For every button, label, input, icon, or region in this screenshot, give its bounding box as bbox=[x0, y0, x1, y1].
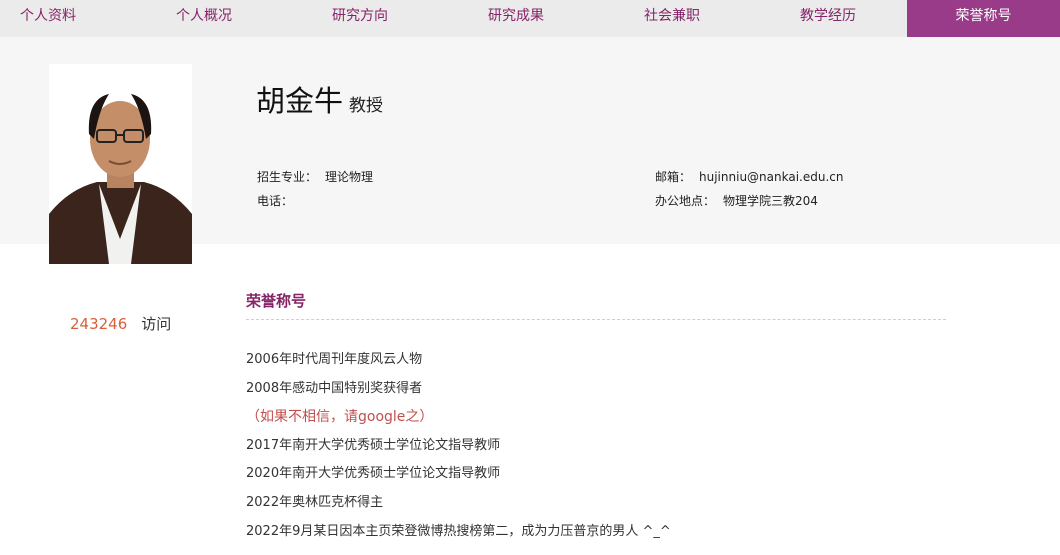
major-value: 理论物理 bbox=[325, 170, 374, 184]
visit-counter: 243246 访问 bbox=[70, 313, 171, 334]
list-item: 2006年时代周刊年度风云人物 bbox=[246, 352, 423, 367]
visit-label: 访问 bbox=[141, 315, 172, 333]
list-item: 2017年南开大学优秀硕士学位论文指导教师 bbox=[246, 437, 501, 453]
nav-item-research-direction[interactable]: 研究方向 bbox=[282, 0, 438, 37]
person-name: 胡金牛 bbox=[256, 84, 344, 118]
list-item: 2022年9月某日因本主页荣登微博热搜榜第二，成为力压普京的男人 ^_^ bbox=[246, 523, 671, 539]
nav-item-social-positions[interactable]: 社会兼职 bbox=[594, 0, 750, 37]
office-value: 物理学院三教204 bbox=[723, 194, 818, 208]
name-block: 胡金牛 教授 bbox=[256, 78, 383, 120]
email-info: 邮箱： hujinniu@nankai.edu.cn bbox=[655, 168, 843, 185]
phone-label: 电话： bbox=[257, 194, 294, 208]
top-nav: 个人资料 个人概况 研究方向 研究成果 社会兼职 教学经历 荣誉称号 bbox=[0, 0, 1060, 37]
major-label: 招生专业： bbox=[257, 170, 318, 184]
email-label: 邮箱： bbox=[655, 170, 692, 184]
list-item: 2022年奥林匹克杯得主 bbox=[246, 494, 384, 510]
email-value[interactable]: hujinniu@nankai.edu.cn bbox=[699, 170, 843, 184]
list-item: 2020年南开大学优秀硕士学位论文指导教师 bbox=[246, 466, 501, 482]
nav-item-teaching[interactable]: 教学经历 bbox=[750, 0, 906, 37]
office-label: 办公地点： bbox=[655, 194, 716, 208]
list-item-note: （如果不相信，请google之） bbox=[246, 409, 434, 426]
visit-count: 243246 bbox=[70, 315, 128, 333]
nav-item-research-results[interactable]: 研究成果 bbox=[438, 0, 594, 37]
nav-item-personal-info[interactable]: 个人资料 bbox=[0, 0, 126, 37]
office-info: 办公地点： 物理学院三教204 bbox=[655, 192, 818, 209]
section-divider bbox=[246, 319, 946, 320]
section-title: 荣誉称号 bbox=[246, 292, 307, 310]
major-info: 招生专业： 理论物理 bbox=[257, 168, 373, 185]
list-item: 2008年感动中国特别奖获得者 bbox=[246, 380, 423, 396]
honors-list: 2006年时代周刊年度风云人物 2008年感动中国特别奖获得者 （如果不相信，请… bbox=[246, 348, 671, 548]
phone-info: 电话： bbox=[257, 192, 301, 209]
nav-item-overview[interactable]: 个人概况 bbox=[126, 0, 282, 37]
profile-photo bbox=[49, 64, 192, 264]
person-title: 教授 bbox=[349, 96, 384, 116]
nav-item-honors[interactable]: 荣誉称号 bbox=[907, 0, 1060, 37]
